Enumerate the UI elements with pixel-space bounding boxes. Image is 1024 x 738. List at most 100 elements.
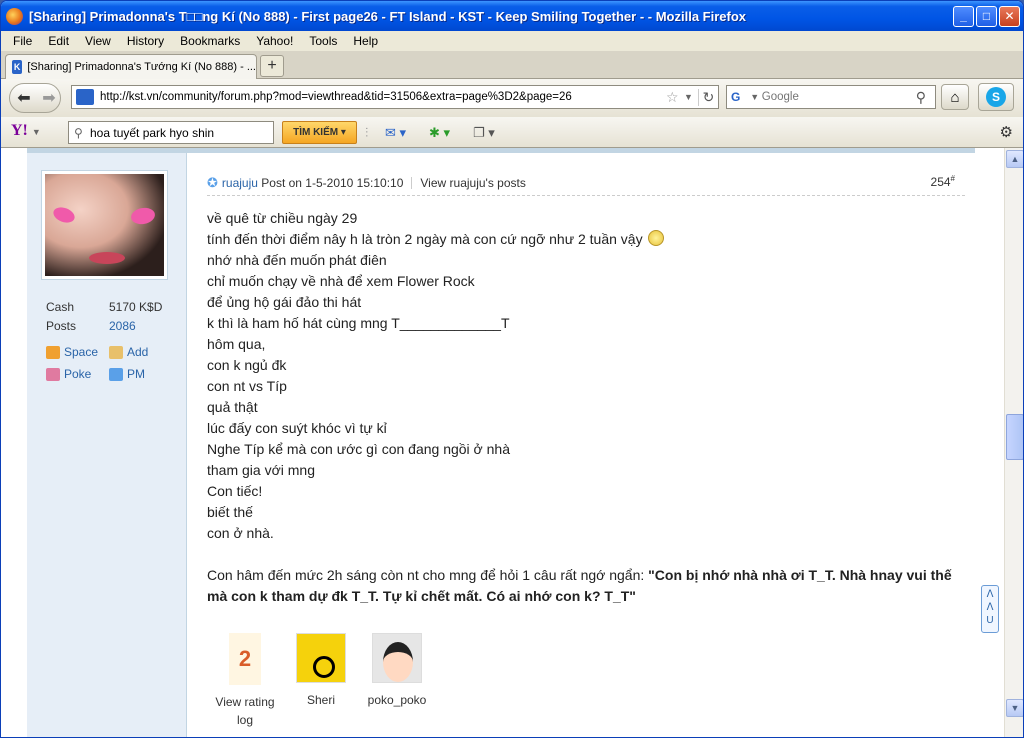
bookmarks-icon[interactable]: ❐ ▾ bbox=[473, 125, 495, 141]
navigation-toolbar: ⬅ ➡ http://kst.vn/community/forum.php?mo… bbox=[1, 79, 1023, 117]
poke-icon bbox=[46, 367, 60, 381]
yahoo-logo-icon[interactable]: Y! ▼ bbox=[11, 122, 41, 140]
url-text[interactable]: http://kst.vn/community/forum.php?mod=vi… bbox=[100, 91, 666, 103]
search-box: G ▼ ⚲ bbox=[726, 85, 936, 109]
user-info-column: Cash 5170 K$D Posts 2086 Space Add Poke … bbox=[27, 148, 187, 737]
title-bar: [Sharing] Primadonna's T□□ng Kí (No 888)… bbox=[1, 1, 1023, 31]
post-number[interactable]: 254# bbox=[931, 174, 955, 189]
post-time: Post on 1-5-2010 15:10:10 bbox=[261, 176, 404, 190]
back-to-top-button[interactable]: ᐱ ᐱ U bbox=[981, 585, 999, 633]
scroll-up-icon[interactable]: ▲ bbox=[1006, 150, 1023, 168]
yahoo-search-icon: ⚲ bbox=[74, 125, 83, 140]
post-line: biết thế bbox=[207, 504, 253, 520]
close-button[interactable]: ✕ bbox=[999, 5, 1020, 27]
menu-yahoo[interactable]: Yahoo! bbox=[248, 34, 301, 48]
engine-dropdown-icon[interactable]: ▼ bbox=[750, 92, 762, 102]
yahoo-toolbar: Y!▼ ⚲ TÌM KIẾM ▾ ⫶ ✉ ▾ ✱ ▾ ❐ ▾ ⚙ bbox=[1, 117, 1023, 148]
url-dropdown-icon[interactable]: ▼ bbox=[684, 92, 698, 102]
poke-link[interactable]: Poke bbox=[46, 363, 109, 385]
post-line: quả thật bbox=[207, 399, 258, 415]
vertical-scrollbar[interactable]: ▲ ▼ bbox=[1004, 148, 1023, 737]
post-line: k thì là ham hố hát cùng mng T__________… bbox=[207, 315, 510, 331]
page-right-margin bbox=[975, 148, 1004, 737]
window-title: [Sharing] Primadonna's T□□ng Kí (No 888)… bbox=[29, 8, 747, 24]
rater-avatar bbox=[296, 633, 346, 683]
menu-bookmarks[interactable]: Bookmarks bbox=[172, 34, 248, 48]
add-friend-link[interactable]: Add bbox=[109, 341, 172, 363]
search-icon[interactable]: ⚲ bbox=[916, 89, 935, 106]
google-engine-icon[interactable]: G bbox=[731, 90, 750, 104]
menu-help[interactable]: Help bbox=[345, 34, 386, 48]
menu-file[interactable]: File bbox=[5, 34, 40, 48]
menu-bar: File Edit View History Bookmarks Yahoo! … bbox=[1, 31, 1023, 51]
rater-poko[interactable]: poko_poko bbox=[359, 630, 435, 729]
forward-arrow-icon[interactable]: ➡ bbox=[38, 88, 60, 108]
space-link[interactable]: Space bbox=[46, 341, 109, 363]
menu-tools[interactable]: Tools bbox=[301, 34, 345, 48]
mail-icon[interactable]: ✉ ▾ bbox=[385, 125, 406, 141]
rating-log-label: View rating bbox=[215, 695, 275, 709]
view-author-posts-link[interactable]: View ruajuju's posts bbox=[420, 176, 525, 190]
search-input[interactable] bbox=[761, 91, 916, 103]
skype-button[interactable]: S bbox=[978, 83, 1014, 111]
handshake-icon bbox=[109, 345, 123, 359]
pm-link[interactable]: PM bbox=[109, 363, 172, 385]
tab-current[interactable]: K [Sharing] Primadonna's Tướng Kí (No 88… bbox=[5, 54, 257, 79]
post-line: con nt vs Típ bbox=[207, 378, 287, 394]
url-bar[interactable]: http://kst.vn/community/forum.php?mod=vi… bbox=[71, 85, 719, 109]
post-line: Con tiếc! bbox=[207, 483, 263, 499]
stat-label-cash: Cash bbox=[46, 300, 75, 314]
tab-label: [Sharing] Primadonna's Tướng Kí (No 888)… bbox=[27, 61, 256, 73]
post-author[interactable]: ruajuju bbox=[222, 176, 258, 190]
home-button[interactable]: ⌂ bbox=[941, 84, 969, 110]
maximize-button[interactable]: □ bbox=[976, 5, 997, 27]
post-line: nhớ nhà đến muốn phát điên bbox=[207, 252, 387, 268]
home-space-icon bbox=[46, 345, 60, 359]
post-line: con k ngủ đk bbox=[207, 357, 287, 373]
rating-log[interactable]: 2 View rating log bbox=[207, 630, 283, 729]
yahoo-search-input[interactable] bbox=[90, 125, 273, 140]
post-line: tính đến thời điểm nây h là tròn 2 ngày … bbox=[207, 229, 972, 250]
bookmark-star-icon[interactable]: ☆ bbox=[666, 89, 684, 106]
messenger-icon[interactable]: ✱ ▾ bbox=[429, 125, 450, 141]
home-icon: ⌂ bbox=[950, 88, 960, 106]
stat-value-posts[interactable]: 2086 bbox=[109, 317, 136, 336]
reload-icon[interactable]: ↻ bbox=[698, 88, 718, 106]
minimize-button[interactable]: _ bbox=[953, 5, 974, 27]
browser-window: [Sharing] Primadonna's T□□ng Kí (No 888)… bbox=[0, 0, 1024, 738]
stat-value-cash: 5170 K$D bbox=[109, 300, 163, 314]
menu-edit[interactable]: Edit bbox=[40, 34, 77, 48]
avatar-photo bbox=[45, 174, 164, 276]
post-line: lúc đấy con suýt khóc vì tự kỉ bbox=[207, 420, 387, 436]
new-tab-button[interactable]: + bbox=[260, 55, 284, 77]
post-line: để ủng hộ gái đảo thi hát bbox=[207, 294, 362, 310]
toolbar-separator-icon: ⫶ bbox=[365, 125, 369, 140]
scroll-down-icon[interactable]: ▼ bbox=[1006, 699, 1023, 717]
tab-bar: K [Sharing] Primadonna's Tướng Kí (No 88… bbox=[1, 51, 1023, 79]
yahoo-search-box: ⚲ bbox=[68, 121, 274, 144]
rater-name: poko_poko bbox=[367, 693, 427, 707]
menu-view[interactable]: View bbox=[77, 34, 119, 48]
post-line: con ở nhà. bbox=[207, 525, 274, 541]
post-paragraph-cont: mà con k tham dự đk T_T. Tự kỉ chết mất.… bbox=[207, 588, 636, 604]
post-line: hôm qua, bbox=[207, 336, 266, 352]
menu-history[interactable]: History bbox=[119, 34, 172, 48]
smiley-icon bbox=[648, 230, 665, 246]
page-content: Cash 5170 K$D Posts 2086 Space Add Poke … bbox=[1, 148, 1004, 737]
site-identity-icon[interactable] bbox=[76, 89, 94, 105]
avatar[interactable] bbox=[41, 170, 168, 280]
post: ✪ ruajuju Post on 1-5-2010 15:10:10 View… bbox=[187, 148, 975, 737]
rater-sheri[interactable]: Sheri bbox=[283, 630, 359, 729]
settings-gear-icon[interactable]: ⚙ bbox=[1000, 123, 1013, 141]
scroll-thumb[interactable] bbox=[1006, 414, 1023, 460]
skype-icon: S bbox=[986, 87, 1006, 107]
yahoo-search-button[interactable]: TÌM KIẾM ▾ bbox=[282, 121, 357, 144]
post-line: tham gia với mng bbox=[207, 462, 316, 478]
back-forward-buttons: ⬅ ➡ bbox=[9, 83, 61, 113]
site-favicon-icon: K bbox=[12, 60, 23, 74]
user-links: Space Add Poke PM bbox=[46, 341, 172, 385]
post-body: về quê từ chiều ngày 29 tính đến thời đi… bbox=[207, 208, 972, 607]
online-status-icon: ✪ bbox=[207, 175, 218, 190]
back-arrow-icon[interactable]: ⬅ bbox=[10, 88, 38, 108]
post-line: về quê từ chiều ngày 29 bbox=[207, 210, 358, 226]
